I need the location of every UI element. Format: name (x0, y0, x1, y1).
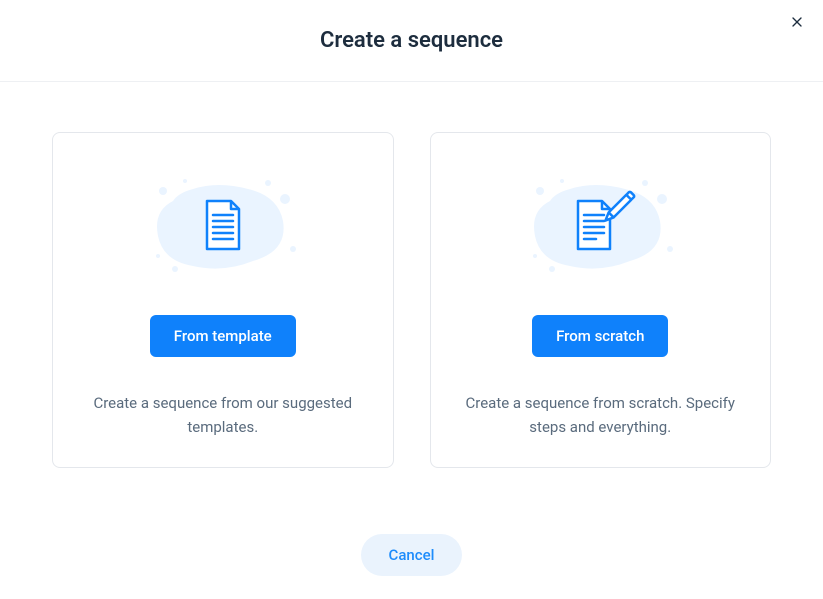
template-illustration (123, 161, 323, 291)
modal-header: Create a sequence (0, 0, 823, 82)
card-from-scratch: From scratch Create a sequence from scra… (430, 132, 772, 468)
close-button[interactable] (787, 14, 807, 34)
close-icon (789, 14, 805, 34)
scratch-description: Create a sequence from scratch. Specify … (461, 391, 741, 439)
from-template-button[interactable]: From template (150, 315, 296, 357)
template-description: Create a sequence from our suggested tem… (83, 391, 363, 439)
modal-title: Create a sequence (0, 28, 823, 53)
cards-container: From template Create a sequence from our… (0, 82, 823, 498)
cancel-button[interactable]: Cancel (361, 534, 463, 576)
scratch-illustration (500, 161, 700, 291)
from-scratch-button[interactable]: From scratch (532, 315, 668, 357)
card-from-template: From template Create a sequence from our… (52, 132, 394, 468)
modal-footer: Cancel (0, 534, 823, 576)
